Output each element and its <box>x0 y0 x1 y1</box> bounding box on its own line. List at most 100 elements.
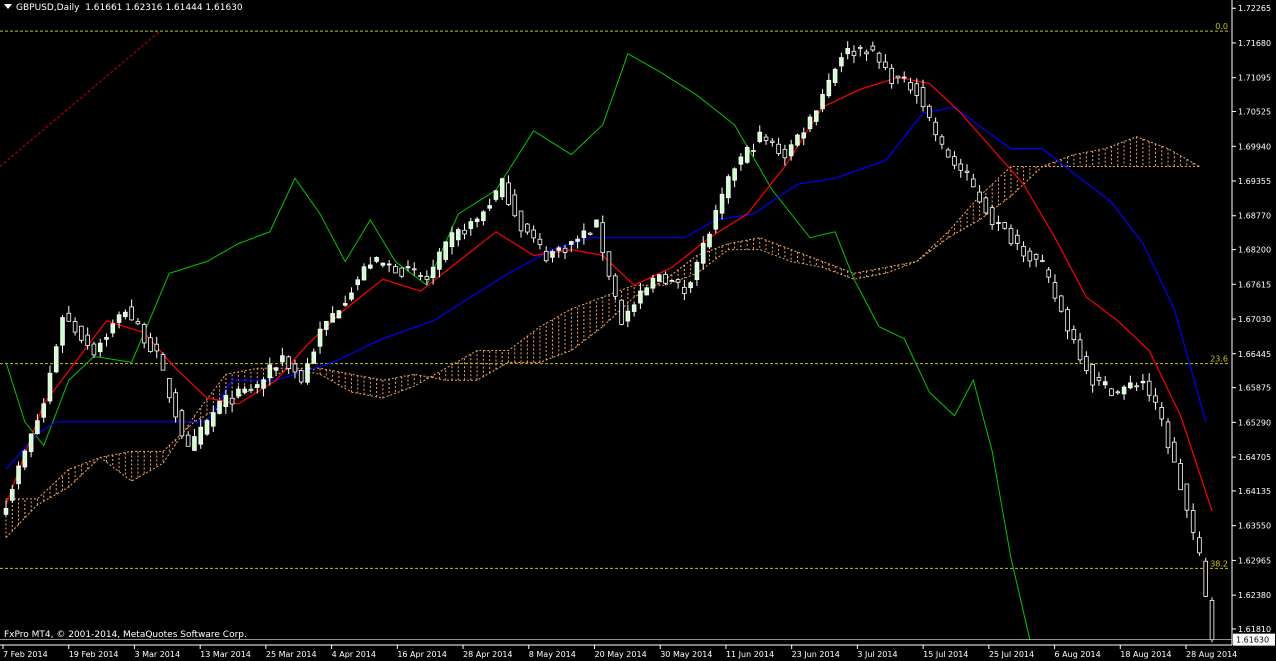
date-tick-label: 11 Jun 2014 <box>726 650 774 659</box>
candle-body <box>28 433 34 452</box>
price-tick-label: 1.66445 <box>1238 350 1271 359</box>
candle-body <box>939 136 945 145</box>
candle-body <box>254 384 260 388</box>
candle-body <box>883 61 888 68</box>
candle-body <box>72 321 78 333</box>
candle-body <box>424 276 430 280</box>
candle-body <box>694 262 700 281</box>
candle-body <box>606 251 612 277</box>
candle-body <box>154 343 160 352</box>
candle-body <box>123 311 128 318</box>
candle-body <box>927 105 932 118</box>
price-tick-label: 1.68200 <box>1238 246 1271 255</box>
candle-body <box>1153 395 1158 403</box>
date-tick-label: 4 Apr 2014 <box>332 650 376 659</box>
candle-body <box>393 266 398 274</box>
candle-body <box>261 379 266 389</box>
candle-body <box>198 426 204 445</box>
candle-body <box>543 250 549 262</box>
candle-body <box>1190 510 1196 533</box>
candlestick <box>644 286 649 296</box>
candle-body <box>355 279 361 286</box>
price-tick-label: 1.68770 <box>1238 212 1271 221</box>
candle-body <box>675 279 681 283</box>
candle-body <box>185 434 191 447</box>
price-tick-label: 1.65875 <box>1238 384 1271 393</box>
symbol-label: GBPUSD,Daily <box>16 3 80 13</box>
candle-body <box>964 170 970 173</box>
candle-body <box>757 131 763 142</box>
candle-body <box>9 488 15 501</box>
candle-body <box>1146 380 1152 396</box>
candlestick <box>1203 557 1209 598</box>
chart-header: GBPUSD,Daily 1.61661 1.62316 1.61444 1.6… <box>4 3 243 13</box>
candle-body <box>1058 295 1064 312</box>
candle-body <box>612 275 618 297</box>
candlestick <box>983 196 989 216</box>
candlestick <box>1002 221 1008 230</box>
candle-body <box>41 403 46 418</box>
candle-body <box>280 355 285 363</box>
candle-body <box>210 412 216 427</box>
candle-body <box>751 150 756 152</box>
ohlc-label: 1.61661 1.62316 1.61444 1.61630 <box>85 3 243 13</box>
date-tick-label: 8 May 2014 <box>529 650 576 659</box>
candlestick <box>204 418 210 436</box>
candle-body <box>411 268 417 271</box>
candle-body <box>1096 377 1102 381</box>
candle-body <box>374 256 379 262</box>
candle-body <box>857 46 863 49</box>
candle-body <box>481 211 486 222</box>
candle-body <box>996 222 1001 224</box>
price-tick-label: 1.69355 <box>1238 177 1271 186</box>
candle-body <box>1121 386 1127 395</box>
candlestick <box>1209 597 1215 643</box>
candle-body <box>493 190 499 200</box>
candlestick <box>594 219 599 228</box>
date-tick-label: 6 Aug 2014 <box>1055 650 1101 659</box>
candle-body <box>983 197 989 214</box>
candle-body <box>1065 309 1070 332</box>
candle-body <box>361 266 367 281</box>
candle-body <box>248 388 254 391</box>
candle-body <box>556 247 562 251</box>
price-tick-label: 1.72265 <box>1238 4 1271 13</box>
candle-body <box>776 143 781 154</box>
candle-body <box>506 182 511 205</box>
date-tick-label: 3 Mar 2014 <box>134 650 180 659</box>
candlestick <box>1058 295 1064 313</box>
candle-body <box>305 363 310 383</box>
candle-body <box>901 76 907 79</box>
candle-body <box>744 146 750 163</box>
chevron-down-icon[interactable] <box>4 4 12 9</box>
candle-body <box>110 323 116 334</box>
candle-body <box>342 303 348 306</box>
candle-body <box>1140 381 1146 384</box>
ichimoku-chart[interactable]: 0.0 23.6 38.2 1.72265 1.71680 1.71095 1.70525… <box>0 0 1276 661</box>
price-tick-label: 1.64135 <box>1238 487 1271 496</box>
candlestick <box>443 241 448 263</box>
price-tick-label: 1.67030 <box>1238 315 1271 324</box>
candle-body <box>770 140 775 143</box>
candle-body <box>22 450 28 468</box>
candle-body <box>317 328 323 347</box>
candle-body <box>870 45 876 51</box>
candlestick <box>217 400 222 415</box>
candle-body <box>380 262 386 266</box>
candle-body <box>324 321 329 330</box>
plot-area[interactable] <box>0 0 1276 661</box>
date-tick-label: 28 Apr 2014 <box>463 650 512 659</box>
candle-body <box>267 364 273 379</box>
price-tick-label: 1.62380 <box>1238 591 1271 600</box>
candle-body <box>669 280 675 282</box>
candle-body <box>1077 339 1083 361</box>
candlestick <box>619 299 624 326</box>
candlestick <box>1109 388 1114 397</box>
candle-body <box>1178 463 1183 491</box>
candle-body <box>47 372 53 402</box>
candle-body <box>525 223 530 233</box>
candle-body <box>820 94 825 110</box>
candle-body <box>600 222 606 254</box>
candle-body <box>499 178 505 198</box>
candle-body <box>66 312 72 322</box>
